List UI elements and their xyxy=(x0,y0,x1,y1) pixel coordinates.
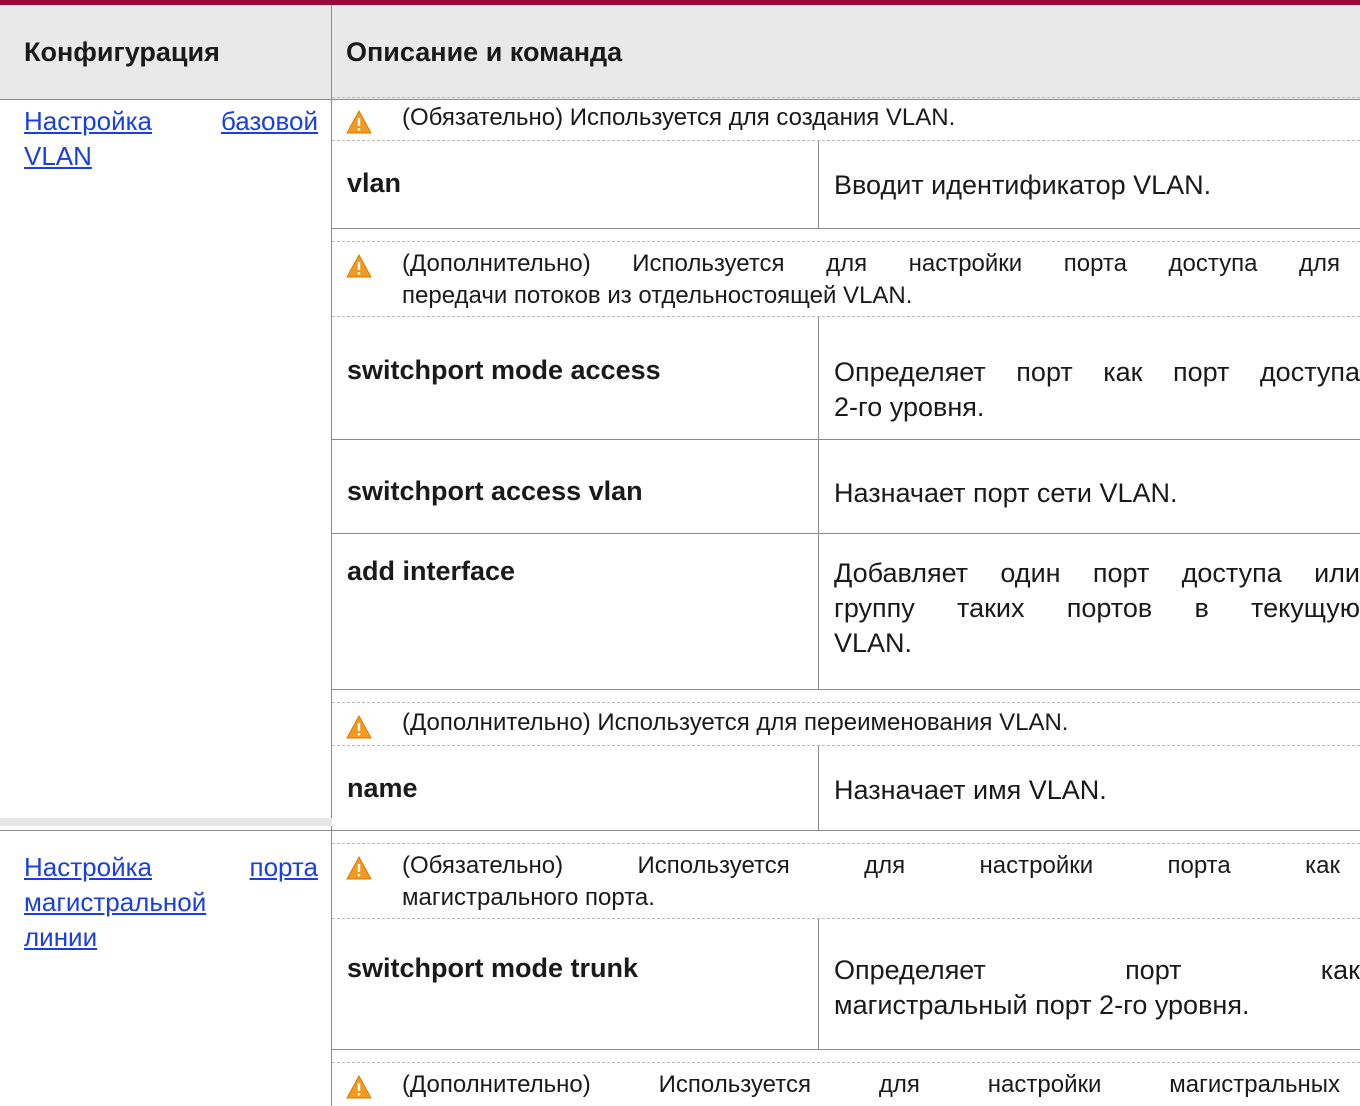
note-required-trunk: (Обязательно) Используется для настройки… xyxy=(332,843,1360,919)
cell-divider xyxy=(818,440,819,533)
header-description: Описание и команда xyxy=(346,37,623,67)
command-row: switchport access vlan Назначает порт се… xyxy=(332,440,1360,534)
command-row: switchport mode access Определяет порт к… xyxy=(332,317,1360,440)
note-line: (Дополнительно) Используется для настрой… xyxy=(402,250,1340,277)
command-row: name Назначает имя VLAN. xyxy=(332,746,1360,830)
note-optional-trunk: (Дополнительно) Используется для настрой… xyxy=(332,1062,1360,1106)
warning-icon xyxy=(346,856,372,880)
command-desc: VLAN. xyxy=(834,628,913,658)
note-line: передачи потоков из отдельностоящей VLAN… xyxy=(402,282,913,309)
section-gap xyxy=(0,818,332,826)
link-word: Настройка xyxy=(24,852,152,882)
link-word: VLAN xyxy=(24,141,92,171)
section-separator xyxy=(0,830,332,831)
cell-divider xyxy=(818,534,819,689)
link-word: порта xyxy=(249,852,318,882)
command-desc: 2-го уровня. xyxy=(834,392,985,422)
note-optional-rename-vlan: (Дополнительно) Используется для переиме… xyxy=(332,702,1360,746)
command-name: add interface xyxy=(347,556,516,586)
header-configuration: Конфигурация xyxy=(24,37,220,67)
command-desc: Назначает порт сети VLAN. xyxy=(834,478,1178,508)
note-line: (Обязательно) Используется для настройки… xyxy=(402,852,1340,879)
cell-divider xyxy=(818,141,819,228)
note-optional-access-port: (Дополнительно) Используется для настрой… xyxy=(332,241,1360,317)
command-desc: Определяет порт как xyxy=(834,955,1360,985)
cell-divider xyxy=(818,317,819,439)
command-desc: группу таких портов в текущую xyxy=(834,593,1360,623)
command-name: vlan xyxy=(347,168,402,198)
section-separator xyxy=(332,830,1360,831)
warning-icon xyxy=(346,254,372,278)
command-name: switchport mode trunk xyxy=(347,953,639,983)
link-word: магистральной xyxy=(24,887,207,917)
note-line: (Дополнительно) Используется для настрой… xyxy=(402,1071,1340,1098)
command-row: switchport mode trunk Определяет порт ка… xyxy=(332,919,1360,1050)
note-text: (Дополнительно) Используется для переиме… xyxy=(402,709,1069,736)
link-word: Настройка xyxy=(24,106,152,136)
config-table-page: Конфигурация Описание и команда Настройк… xyxy=(0,0,1360,1106)
link-basic-vlan[interactable]: Настройка базовой VLAN xyxy=(24,104,318,174)
command-desc: Вводит идентификатор VLAN. xyxy=(834,170,1212,200)
cell-divider xyxy=(818,746,819,830)
cell-divider xyxy=(818,919,819,1049)
command-name: switchport mode access xyxy=(347,355,661,385)
command-desc: Назначает имя VLAN. xyxy=(834,775,1107,805)
command-desc: Добавляет один порт доступа или xyxy=(834,558,1360,588)
warning-icon xyxy=(346,1075,372,1099)
note-line: магистрального порта. xyxy=(402,884,655,911)
command-row: vlan Вводит идентификатор VLAN. xyxy=(332,141,1360,229)
link-word: линии xyxy=(24,922,98,952)
note-required-create-vlan: (Обязательно) Используется для создания … xyxy=(332,97,1360,141)
link-trunk-port[interactable]: Настройка порта магистральной линии xyxy=(24,850,318,955)
warning-icon xyxy=(346,110,372,134)
link-word: базовой xyxy=(220,106,318,136)
command-desc: Определяет порт как порт доступа xyxy=(834,357,1360,387)
note-text: (Обязательно) Используется для создания … xyxy=(402,104,956,131)
table-header: Конфигурация Описание и команда xyxy=(0,5,1360,100)
warning-icon xyxy=(346,715,372,739)
command-desc: магистральный порт 2-го уровня. xyxy=(834,990,1250,1020)
command-name: name xyxy=(347,773,418,803)
command-row: add interface Добавляет один порт доступ… xyxy=(332,534,1360,690)
command-name: switchport access vlan xyxy=(347,476,643,506)
